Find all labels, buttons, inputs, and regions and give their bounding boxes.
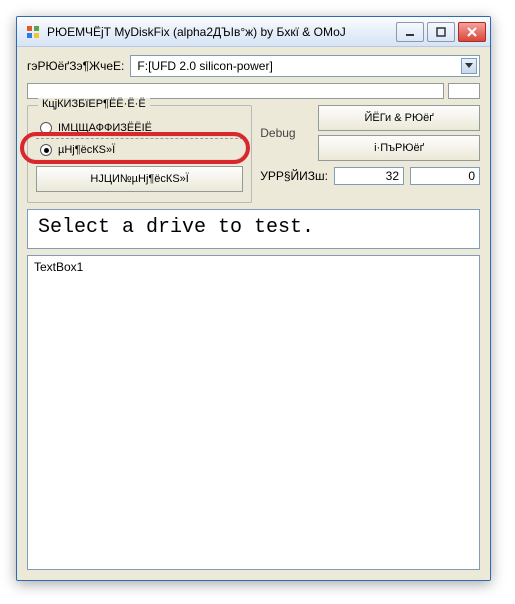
app-icon xyxy=(25,24,41,40)
radio-label-1: ІМЦЩАФФИЗЁЁІЁ xyxy=(58,122,152,134)
divider xyxy=(36,138,243,140)
format-button-label: НЈЦИ№µНј¶ёсКЅ»Ї xyxy=(90,173,188,185)
progress-row xyxy=(27,83,480,99)
close-button[interactable] xyxy=(458,22,486,42)
scan-repair-label: ЙЁГи & РЮёґ xyxy=(364,112,433,124)
titlebar[interactable]: РЮЕМЧЁјТ MyDiskFix (alpha2ДЪІв°ж) by Бхк… xyxy=(17,17,490,47)
radio-icon-selected xyxy=(40,144,52,156)
stat-box-1: 32 xyxy=(334,167,404,185)
drive-row: гэРЮёґЗэ¶ЖчеЕ: F:[UFD 2.0 silicon-power] xyxy=(27,55,480,77)
radio-row-2[interactable]: µНј¶ёсКЅ»Ї xyxy=(36,142,243,158)
left-panel: КцјКИЗБїЕР¶ЁЁ·Ё·Ё ІМЦЩАФФИЗЁЁІЁ µНј¶ёсКЅ… xyxy=(27,105,252,203)
status-text: Select a drive to test. xyxy=(27,209,480,249)
stats-row: УРР§ЙИЗш: 32 0 xyxy=(260,167,480,185)
progress-extra-box xyxy=(448,83,480,99)
stat-box-2: 0 xyxy=(410,167,480,185)
app-window: РЮЕМЧЁјТ MyDiskFix (alpha2ДЪІв°ж) by Бхк… xyxy=(16,16,491,581)
stats-label: УРР§ЙИЗш: xyxy=(260,169,328,183)
right-panel: Debug ЙЁГи & РЮёґ і·ПъРЮёґ УРР§ЙИЗш: xyxy=(260,105,480,203)
drive-combobox[interactable]: F:[UFD 2.0 silicon-power] xyxy=(130,55,480,77)
drive-label: гэРЮёґЗэ¶ЖчеЕ: xyxy=(27,59,124,73)
undo-repair-button[interactable]: і·ПъРЮёґ xyxy=(318,135,480,161)
radio-row-1[interactable]: ІМЦЩАФФИЗЁЁІЁ xyxy=(36,120,243,136)
mode-groupbox: КцјКИЗБїЕР¶ЁЁ·Ё·Ё ІМЦЩАФФИЗЁЁІЁ µНј¶ёсКЅ… xyxy=(27,105,252,203)
scan-repair-button[interactable]: ЙЁГи & РЮёґ xyxy=(318,105,480,131)
groupbox-legend: КцјКИЗБїЕР¶ЁЁ·Ё·Ё xyxy=(38,98,150,110)
client-area: гэРЮёґЗэ¶ЖчеЕ: F:[UFD 2.0 silicon-power]… xyxy=(17,47,490,580)
format-button[interactable]: НЈЦИ№µНј¶ёсКЅ»Ї xyxy=(36,166,243,192)
mid-panels: КцјКИЗБїЕР¶ЁЁ·Ё·Ё ІМЦЩАФФИЗЁЁІЁ µНј¶ёсКЅ… xyxy=(27,105,480,203)
window-title: РЮЕМЧЁјТ MyDiskFix (alpha2ДЪІв°ж) by Бхк… xyxy=(47,25,346,39)
chevron-down-icon[interactable] xyxy=(461,58,477,74)
debug-label: Debug xyxy=(260,105,312,161)
progress-bar xyxy=(27,83,444,99)
minimize-button[interactable] xyxy=(396,22,424,42)
drive-selected: F:[UFD 2.0 silicon-power] xyxy=(137,59,272,73)
log-textbox[interactable]: TextBox1 xyxy=(27,255,480,570)
undo-repair-label: і·ПъРЮёґ xyxy=(374,142,424,154)
maximize-button[interactable] xyxy=(427,22,455,42)
radio-icon xyxy=(40,122,52,134)
radio-label-2: µНј¶ёсКЅ»Ї xyxy=(58,144,115,156)
